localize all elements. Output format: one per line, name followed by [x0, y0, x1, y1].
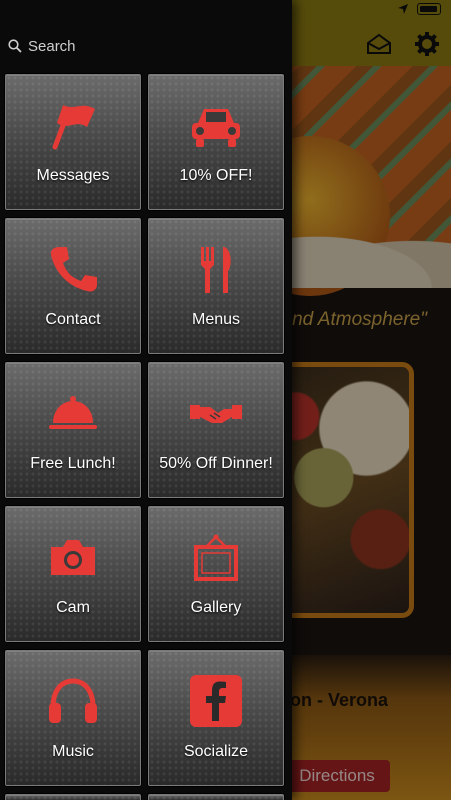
tile-10-off[interactable]: 10% OFF!: [148, 74, 284, 210]
tile-label: Gallery: [190, 599, 242, 616]
tile-messages[interactable]: Messages: [5, 74, 141, 210]
search-icon: [8, 39, 22, 53]
tile-label: 50% Off Dinner!: [159, 455, 273, 472]
tile-label: Free Lunch!: [30, 455, 116, 472]
car-icon: [188, 97, 244, 153]
battery-icon: [417, 3, 441, 15]
facebook-icon: [188, 673, 244, 729]
tile-label: Messages: [36, 167, 110, 184]
phone-icon: [45, 241, 101, 297]
fork-knife-icon: [188, 241, 244, 297]
headphones-icon: [45, 673, 101, 729]
tile-label: Contact: [45, 311, 101, 328]
tile-menus[interactable]: Menus: [148, 218, 284, 354]
handshake-icon: [188, 385, 244, 441]
tile-socialize[interactable]: Socialize: [148, 650, 284, 786]
search-label: Search: [28, 37, 76, 55]
menu-grid: Messages 10% OFF! Contact Menus Free Lun…: [5, 74, 285, 800]
tile-music[interactable]: Music: [5, 650, 141, 786]
tile-partial[interactable]: [148, 794, 284, 800]
tile-gallery[interactable]: Gallery: [148, 506, 284, 642]
tile-label: 10% OFF!: [179, 167, 253, 184]
tile-label: Music: [52, 743, 94, 760]
search-bar[interactable]: Search: [8, 34, 278, 58]
picture-frame-icon: [188, 529, 244, 585]
tile-partial[interactable]: [5, 794, 141, 800]
location-arrow-icon: [398, 4, 408, 14]
directions-button[interactable]: Directions: [284, 760, 390, 792]
tile-cam[interactable]: Cam: [5, 506, 141, 642]
tile-contact[interactable]: Contact: [5, 218, 141, 354]
tile-label: Cam: [56, 599, 90, 616]
side-drawer: Search Messages 10% OFF! Contact Menus F…: [0, 0, 292, 800]
serving-cloche-icon: [45, 385, 101, 441]
inbox-icon[interactable]: [365, 30, 393, 58]
tile-label: Socialize: [183, 743, 249, 760]
camera-icon: [45, 529, 101, 585]
tile-free-lunch[interactable]: Free Lunch!: [5, 362, 141, 498]
flag-icon: [45, 97, 101, 153]
gear-icon[interactable]: [413, 30, 441, 58]
tile-50-off-dinner[interactable]: 50% Off Dinner!: [148, 362, 284, 498]
tile-label: Menus: [191, 311, 241, 328]
